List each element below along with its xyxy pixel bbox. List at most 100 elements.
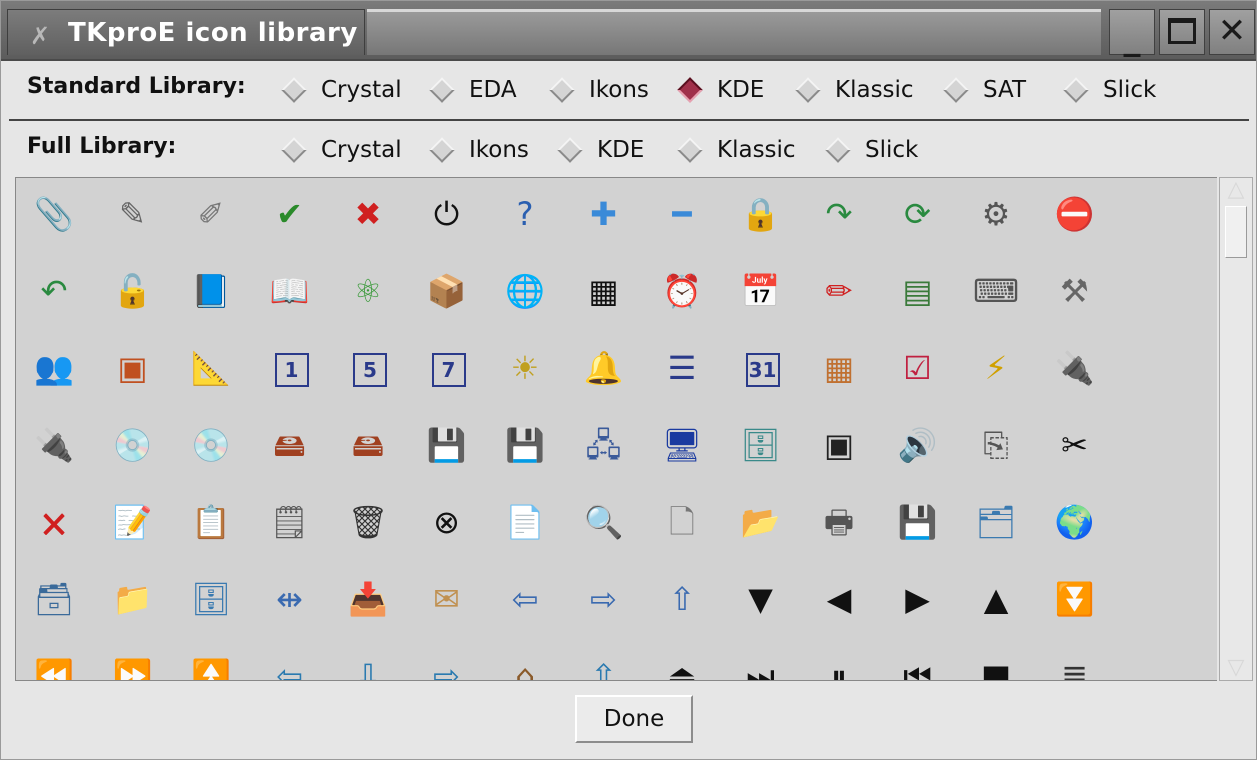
- scroll-up-arrow-icon[interactable]: △: [1226, 179, 1246, 201]
- folder-lock-icon[interactable]: 🗃: [24, 569, 84, 629]
- rewind-icon[interactable]: ⏪: [24, 646, 84, 680]
- folder-globe-icon[interactable]: 🌍: [1045, 492, 1105, 552]
- minimize-button[interactable]: _: [1109, 9, 1155, 58]
- harddrive-icon[interactable]: 🖴: [338, 415, 398, 475]
- cut-icon[interactable]: ✂: [1045, 415, 1105, 475]
- harddrive-green-icon[interactable]: 🖴: [260, 415, 320, 475]
- standard-library-radio-kde[interactable]: KDE: [675, 73, 764, 107]
- file-up-icon[interactable]: ⇧: [652, 569, 712, 629]
- stop-square-icon[interactable]: ■: [966, 646, 1026, 680]
- folder-open-icon[interactable]: 📂: [731, 492, 791, 552]
- fast-forward-icon[interactable]: ⏩: [103, 646, 163, 680]
- triangle-left-icon[interactable]: ◀: [809, 569, 869, 629]
- package-icon[interactable]: 📦: [417, 261, 477, 321]
- speaker-icon[interactable]: 🔊: [888, 415, 948, 475]
- edit-file-icon[interactable]: 📝: [103, 492, 163, 552]
- full-library-radio-klassic[interactable]: Klassic: [675, 133, 796, 167]
- molecule-icon[interactable]: ⚛: [338, 261, 398, 321]
- align-justify-icon[interactable]: ≣: [1045, 646, 1105, 680]
- delete-file-icon[interactable]: 🗙: [24, 492, 84, 552]
- bell-icon[interactable]: 🔔: [574, 338, 634, 398]
- globe-icon[interactable]: 🌐: [495, 261, 555, 321]
- printer-icon[interactable]: 🖶: [809, 492, 869, 552]
- full-library-radio-slick[interactable]: Slick: [823, 133, 918, 167]
- monitor-icon[interactable]: ▣: [809, 415, 869, 475]
- plug-spark-icon[interactable]: ⚡: [966, 338, 1026, 398]
- copy-icon[interactable]: ⎘: [966, 415, 1026, 475]
- home-icon[interactable]: ⌂: [495, 646, 555, 680]
- book-open-icon[interactable]: 📖: [260, 261, 320, 321]
- standard-library-radio-crystal[interactable]: Crystal: [279, 73, 402, 107]
- title-tab[interactable]: ✗ TKproE icon library: [7, 9, 365, 55]
- trash-icon[interactable]: 🗑: [338, 492, 398, 552]
- list-icon[interactable]: ☰: [652, 338, 712, 398]
- standard-library-radio-sat[interactable]: SAT: [941, 73, 1026, 107]
- full-library-radio-crystal[interactable]: Crystal: [279, 133, 402, 167]
- red-pen-icon[interactable]: ✏: [809, 261, 869, 321]
- standard-library-radio-eda[interactable]: EDA: [427, 73, 517, 107]
- folder-drawer-icon[interactable]: 🗄: [181, 569, 241, 629]
- save-as-icon[interactable]: 💾: [888, 492, 948, 552]
- inbox-download-icon[interactable]: 📥: [338, 569, 398, 629]
- hammer-icon[interactable]: ⚒: [1045, 261, 1105, 321]
- cdrom-green-icon[interactable]: 💿: [103, 415, 163, 475]
- scrollbar-thumb[interactable]: [1225, 206, 1247, 258]
- users-icon[interactable]: 👥: [24, 338, 84, 398]
- calendar-5-icon[interactable]: 5: [353, 353, 387, 387]
- pencil-gray-icon[interactable]: ✎: [103, 184, 163, 244]
- presentation-icon[interactable]: ▣: [103, 338, 163, 398]
- title-bar[interactable]: ✗ TKproE icon library _ ✕: [1, 1, 1256, 61]
- arrow-down-icon[interactable]: ⇩: [338, 646, 398, 680]
- plug-icon[interactable]: 🔌: [1045, 338, 1105, 398]
- folder-blue-icon[interactable]: 🗂: [966, 492, 1026, 552]
- plug-unplugged-icon[interactable]: 🔌: [24, 415, 84, 475]
- find-icon[interactable]: 🔍: [574, 492, 634, 552]
- paste-icon[interactable]: 📋: [181, 492, 241, 552]
- network-icon[interactable]: 🖧: [574, 415, 634, 475]
- double-down-icon[interactable]: ⏬: [1045, 569, 1105, 629]
- pause-icon[interactable]: ⏸: [809, 646, 869, 680]
- maximize-button[interactable]: [1159, 9, 1205, 55]
- title-bar-fill[interactable]: [367, 9, 1101, 55]
- power-icon[interactable]: ⏻: [417, 184, 477, 244]
- date-icon[interactable]: 📅: [731, 261, 791, 321]
- calculator-icon[interactable]: ▦: [574, 261, 634, 321]
- gear-icon[interactable]: ⚙: [966, 184, 1026, 244]
- clock-icon[interactable]: ⏰: [652, 261, 712, 321]
- standard-library-radio-slick[interactable]: Slick: [1061, 73, 1156, 107]
- scroll-down-arrow-icon[interactable]: ▽: [1226, 657, 1246, 679]
- full-library-radio-ikons[interactable]: Ikons: [427, 133, 529, 167]
- reload-icon[interactable]: ⟳: [888, 184, 948, 244]
- arrow-up-icon[interactable]: ⇧: [574, 646, 634, 680]
- skip-end-icon[interactable]: ⏭: [731, 646, 791, 680]
- triangle-up-icon[interactable]: ▲: [966, 569, 1026, 629]
- floppy-green-icon[interactable]: 💾: [417, 415, 477, 475]
- computer-icon[interactable]: 🖥: [652, 415, 712, 475]
- triangle-down-icon[interactable]: ▼: [731, 569, 791, 629]
- vertical-scrollbar[interactable]: △ ▽: [1219, 177, 1253, 681]
- calendar-grid-icon[interactable]: ▦: [809, 338, 869, 398]
- cdrom-icon[interactable]: 💿: [181, 415, 241, 475]
- standard-library-radio-ikons[interactable]: Ikons: [547, 73, 649, 107]
- unlock-icon[interactable]: 🔓: [103, 261, 163, 321]
- frame-arrows-icon[interactable]: ⇹: [260, 569, 320, 629]
- x-icon[interactable]: ✖: [338, 184, 398, 244]
- arrow-right-icon[interactable]: ⇨: [417, 646, 477, 680]
- plus-icon[interactable]: ✚: [574, 184, 634, 244]
- spreadsheet-icon[interactable]: ▤: [888, 261, 948, 321]
- file-export-icon[interactable]: ⇦: [495, 569, 555, 629]
- done-button[interactable]: Done: [575, 695, 693, 743]
- triangle-right-icon[interactable]: ▶: [888, 569, 948, 629]
- calendar-sun-icon[interactable]: ☀: [495, 338, 555, 398]
- calendar-7-icon[interactable]: 7: [431, 353, 466, 387]
- check-icon[interactable]: ✔: [260, 184, 320, 244]
- double-up-icon[interactable]: ⏫: [181, 646, 241, 680]
- wrench-keyboard-icon[interactable]: ⌨: [966, 261, 1026, 321]
- book-closed-icon[interactable]: 📘: [181, 261, 241, 321]
- paperclip-icon[interactable]: 📎: [24, 184, 84, 244]
- network-drive-icon[interactable]: 🗄: [731, 415, 791, 475]
- calendar-check-icon[interactable]: ☑: [888, 338, 948, 398]
- close-button[interactable]: ✕: [1209, 9, 1255, 55]
- minus-icon[interactable]: ━: [652, 184, 712, 244]
- lock-icon[interactable]: 🔒: [731, 184, 791, 244]
